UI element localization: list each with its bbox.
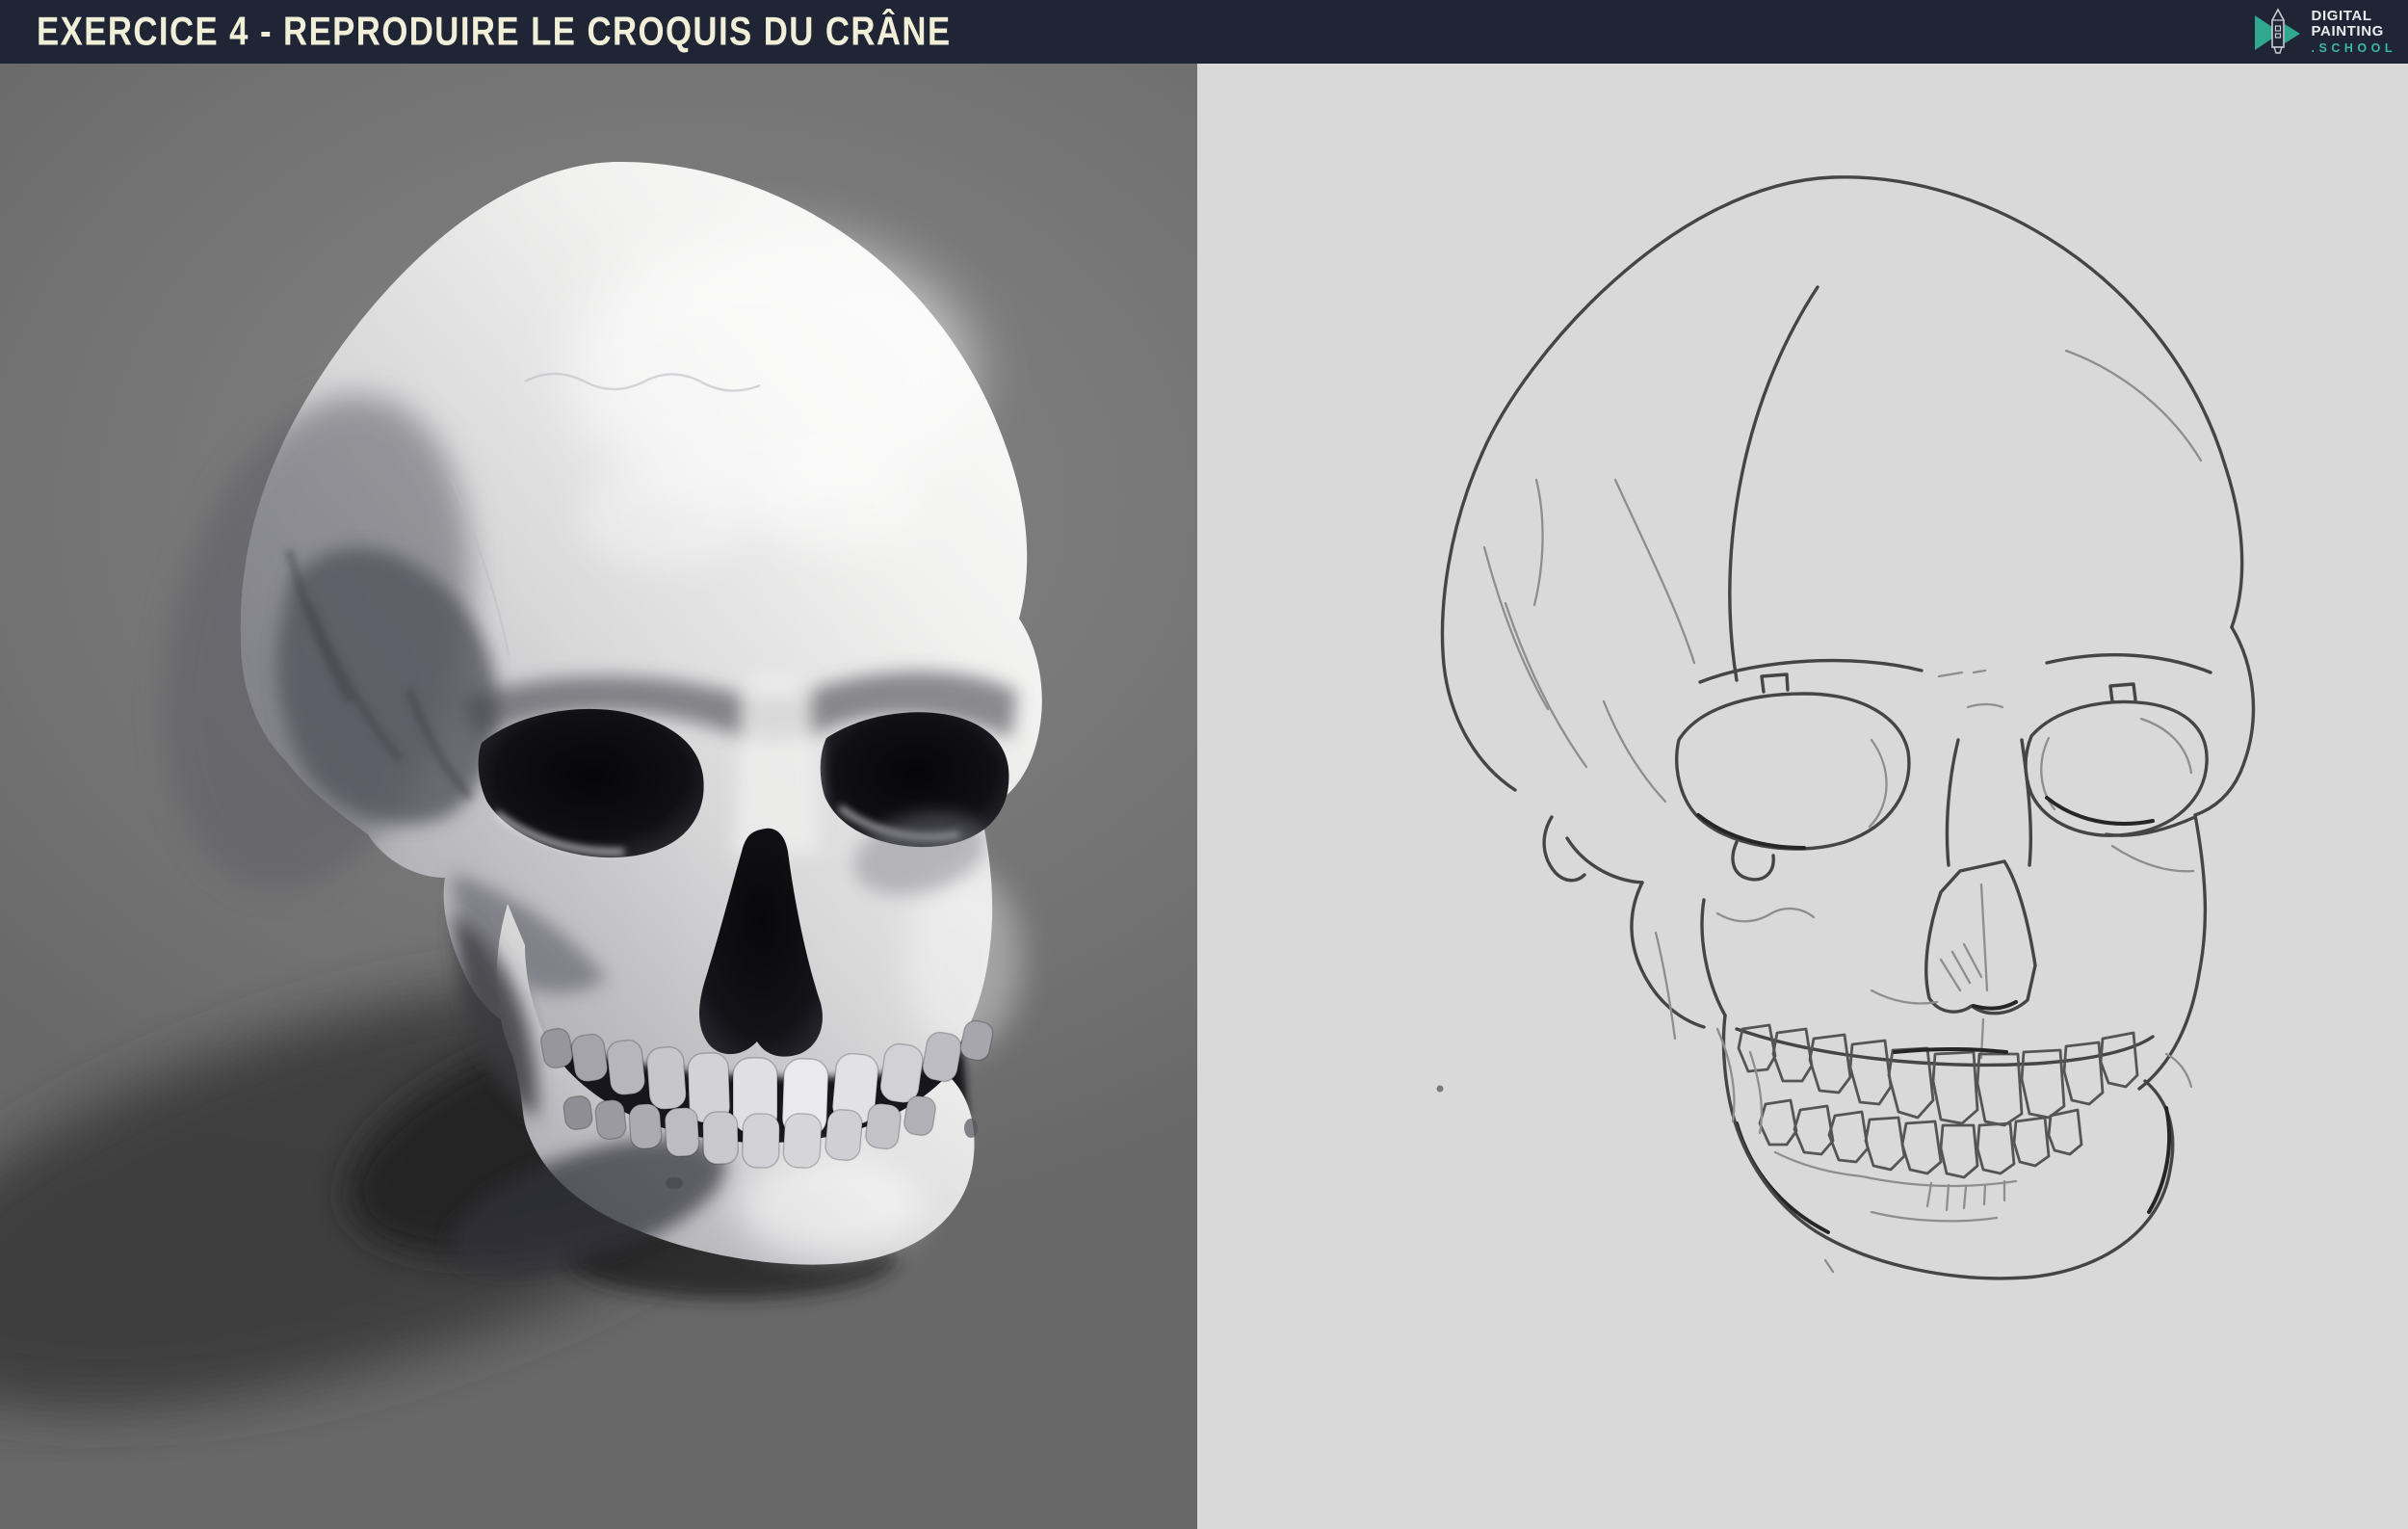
sketch-cheeks (1715, 815, 2197, 1068)
skull-line-sketch (1436, 175, 2256, 1280)
pencil-play-icon (2254, 8, 2300, 54)
logo-wordmark: DIGITAL PAINTING .SCHOOL (2311, 7, 2396, 56)
stray-dot (1436, 1085, 1444, 1093)
sketch-construction-lines (1482, 285, 2212, 804)
slide-title: EXERCICE 4 - REPRODUIRE LE CROQUIS DU CR… (37, 9, 952, 54)
logo-line-school: .SCHOOL (2311, 40, 2396, 55)
exercise-slide: { "header": { "title": "EXERCICE 4 - REP… (0, 0, 2408, 1529)
reference-render-panel (0, 64, 1197, 1529)
logo-line-painting: PAINTING (2311, 22, 2384, 40)
header-bar: EXERCICE 4 - REPRODUIRE LE CROQUIS DU CR… (0, 0, 2408, 64)
sketch-panel (1197, 64, 2408, 1529)
sketch-eye-sockets (1675, 672, 2209, 882)
digital-painting-school-logo: DIGITAL PAINTING .SCHOOL (2253, 6, 2396, 58)
sketch-nasal-aperture (1924, 738, 2037, 1015)
logo-line-digital: DIGITAL (2311, 7, 2372, 24)
pencil-glyph (2270, 8, 2285, 54)
sketch-lower-teeth (1758, 1098, 2083, 1212)
skull-3d-render (0, 161, 1042, 1405)
